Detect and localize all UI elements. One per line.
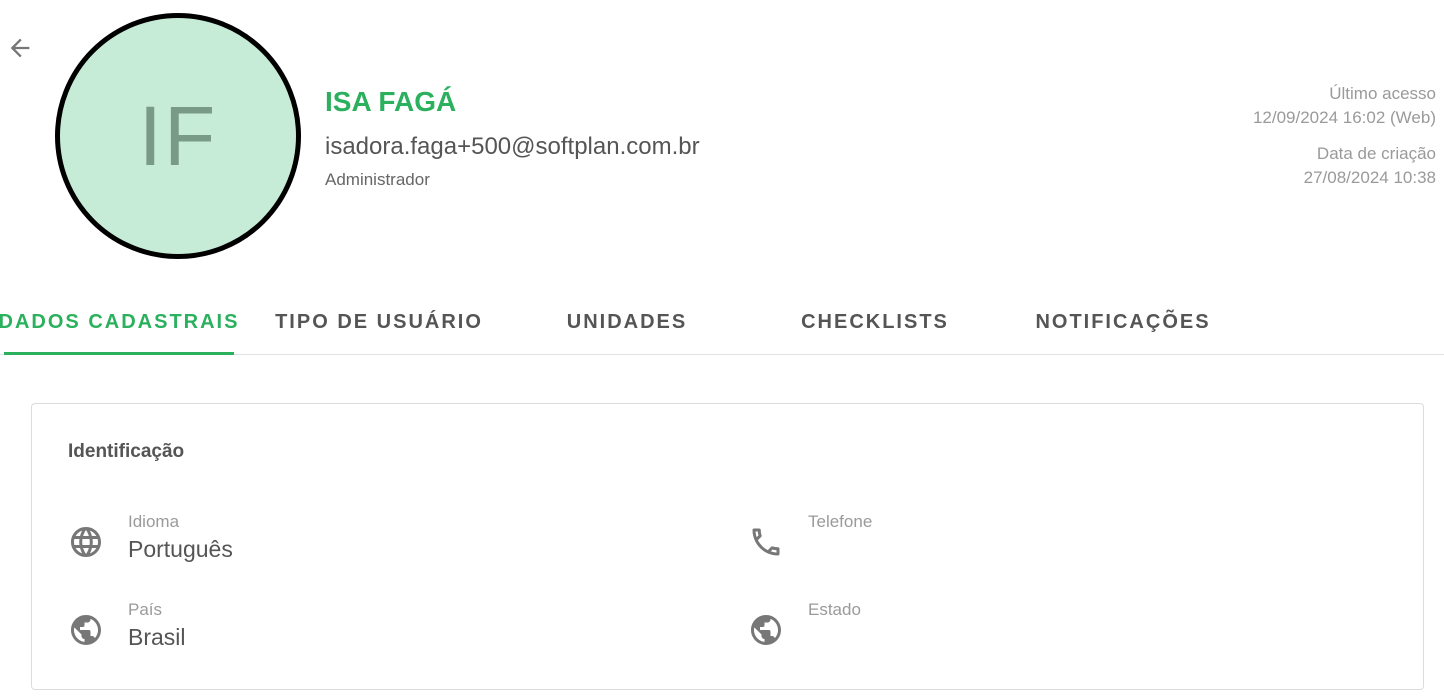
created-info: Data de criação 27/08/2024 10:38	[1304, 142, 1436, 190]
language-globe-icon	[68, 524, 104, 560]
pais-label: País	[128, 600, 163, 619]
tab-unidades[interactable]: UNIDADES	[520, 290, 734, 354]
created-label: Data de criação	[1316, 144, 1436, 163]
public-globe-icon	[68, 612, 104, 648]
field-idioma: Idioma Português	[68, 512, 668, 572]
last-access-info: Último acesso 12/09/2024 16:02 (Web)	[1253, 82, 1436, 130]
estado-label: Estado	[808, 600, 861, 619]
tab-checklists[interactable]: CHECKLISTS	[770, 290, 980, 354]
tab-notificacoes[interactable]: NOTIFICAÇÕES	[1020, 290, 1226, 354]
user-email: isadora.faga+500@softplan.com.br	[325, 133, 700, 160]
last-access-label: Último acesso	[1329, 84, 1436, 103]
field-estado: Estado	[748, 600, 1348, 660]
idioma-value: Português	[128, 536, 233, 562]
idioma-label: Idioma	[128, 512, 180, 531]
phone-icon	[748, 524, 784, 560]
tab-dados-cadastrais[interactable]: DADOS CADASTRAIS	[0, 290, 237, 355]
telefone-label: Telefone	[808, 512, 873, 531]
card-title: Identificação	[68, 441, 185, 462]
pais-value: Brasil	[128, 624, 186, 650]
created-value: 27/08/2024 10:38	[1303, 168, 1436, 187]
back-button[interactable]	[6, 34, 34, 62]
tab-bar: DADOS CADASTRAIS TIPO DE USUÁRIO UNIDADE…	[0, 290, 1444, 355]
field-telefone: Telefone	[748, 512, 1348, 572]
user-name: ISA FAGÁ	[325, 86, 457, 117]
tab-tipo-de-usuario[interactable]: TIPO DE USUÁRIO	[270, 290, 488, 354]
last-access-value: 12/09/2024 16:02 (Web)	[1252, 108, 1436, 127]
avatar-initials: IF	[138, 88, 218, 183]
avatar: IF	[55, 13, 301, 259]
field-pais: País Brasil	[68, 600, 668, 660]
arrow-left-icon	[10, 38, 30, 58]
user-role: Administrador	[325, 170, 430, 189]
public-globe-icon	[748, 612, 784, 648]
